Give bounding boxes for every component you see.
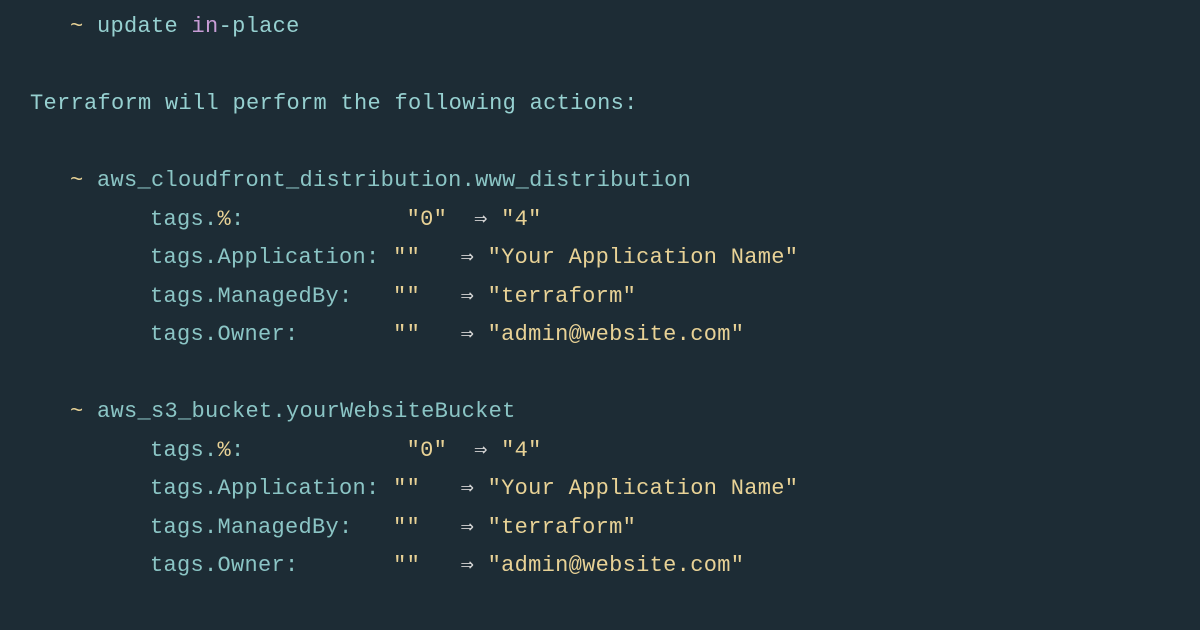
resource-tilde: ~ <box>70 399 84 424</box>
change-key: tags.Application <box>150 245 366 270</box>
change-colon: : <box>339 515 393 540</box>
change-new: "4" <box>501 438 542 463</box>
change-line: tags.Owner: "" ⇒ "admin@website.com" <box>30 316 1170 355</box>
change-key: tags.Owner <box>150 553 285 578</box>
change-new: "Your Application Name" <box>488 245 799 270</box>
legend-update-in-place: ~ update in-place <box>30 8 1170 47</box>
change-arrow: ⇒ <box>461 515 475 540</box>
change-old: "" <box>393 515 420 540</box>
change-old: "" <box>393 322 420 347</box>
change-colon: : <box>231 438 407 463</box>
blank-line <box>30 355 1170 394</box>
change-colon: : <box>285 322 393 347</box>
change-old: "0" <box>407 438 448 463</box>
resource-address: aws_s3_bucket.yourWebsiteBucket <box>84 399 516 424</box>
change-line: tags.ManagedBy: "" ⇒ "terraform" <box>30 509 1170 548</box>
change-old: "" <box>393 476 420 501</box>
resource-header: ~ aws_s3_bucket.yourWebsiteBucket <box>30 393 1170 432</box>
change-key: tags. <box>150 207 218 232</box>
intro-line: Terraform will perform the following act… <box>30 85 1170 124</box>
terminal-output: ~ update in-place Terraform will perform… <box>30 8 1170 586</box>
change-gap <box>420 476 461 501</box>
change-colon: : <box>285 553 393 578</box>
change-line: tags.Application: "" ⇒ "Your Application… <box>30 470 1170 509</box>
change-gap <box>420 322 461 347</box>
blank-line <box>30 47 1170 86</box>
change-new: "admin@website.com" <box>488 322 745 347</box>
change-new: "admin@website.com" <box>488 553 745 578</box>
change-gap <box>420 553 461 578</box>
blank-line <box>30 124 1170 163</box>
change-colon: : <box>366 245 393 270</box>
change-line: tags.Owner: "" ⇒ "admin@website.com" <box>30 547 1170 586</box>
change-arrow: ⇒ <box>474 207 488 232</box>
resource-tilde: ~ <box>70 168 84 193</box>
change-colon: : <box>366 476 393 501</box>
change-colon: : <box>231 207 407 232</box>
change-arrow: ⇒ <box>461 476 475 501</box>
change-line: tags.%: "0" ⇒ "4" <box>30 201 1170 240</box>
change-line: tags.Application: "" ⇒ "Your Application… <box>30 239 1170 278</box>
change-key: tags.Owner <box>150 322 285 347</box>
legend-keyword-in: in <box>192 14 219 39</box>
change-arrow: ⇒ <box>474 438 488 463</box>
change-symbol: % <box>218 438 232 463</box>
change-line: tags.ManagedBy: "" ⇒ "terraform" <box>30 278 1170 317</box>
change-colon: : <box>339 284 393 309</box>
legend-tilde: ~ <box>70 14 84 39</box>
change-arrow: ⇒ <box>461 245 475 270</box>
change-gap <box>420 284 461 309</box>
change-gap <box>420 515 461 540</box>
change-old: "" <box>393 553 420 578</box>
change-old: "" <box>393 245 420 270</box>
change-key: tags.ManagedBy <box>150 515 339 540</box>
change-new: "terraform" <box>488 515 637 540</box>
change-gap <box>447 207 474 232</box>
change-key: tags. <box>150 438 218 463</box>
change-new: "Your Application Name" <box>488 476 799 501</box>
change-arrow: ⇒ <box>461 284 475 309</box>
resource-header: ~ aws_cloudfront_distribution.www_distri… <box>30 162 1170 201</box>
change-key: tags.ManagedBy <box>150 284 339 309</box>
legend-update-text: update <box>84 14 192 39</box>
resource-address: aws_cloudfront_distribution.www_distribu… <box>84 168 692 193</box>
change-line: tags.%: "0" ⇒ "4" <box>30 432 1170 471</box>
change-gap <box>447 438 474 463</box>
legend-place-text: -place <box>219 14 300 39</box>
change-new: "4" <box>501 207 542 232</box>
change-old: "" <box>393 284 420 309</box>
change-arrow: ⇒ <box>461 322 475 347</box>
change-symbol: % <box>218 207 232 232</box>
change-key: tags.Application <box>150 476 366 501</box>
change-new: "terraform" <box>488 284 637 309</box>
change-arrow: ⇒ <box>461 553 475 578</box>
change-gap <box>420 245 461 270</box>
change-old: "0" <box>407 207 448 232</box>
